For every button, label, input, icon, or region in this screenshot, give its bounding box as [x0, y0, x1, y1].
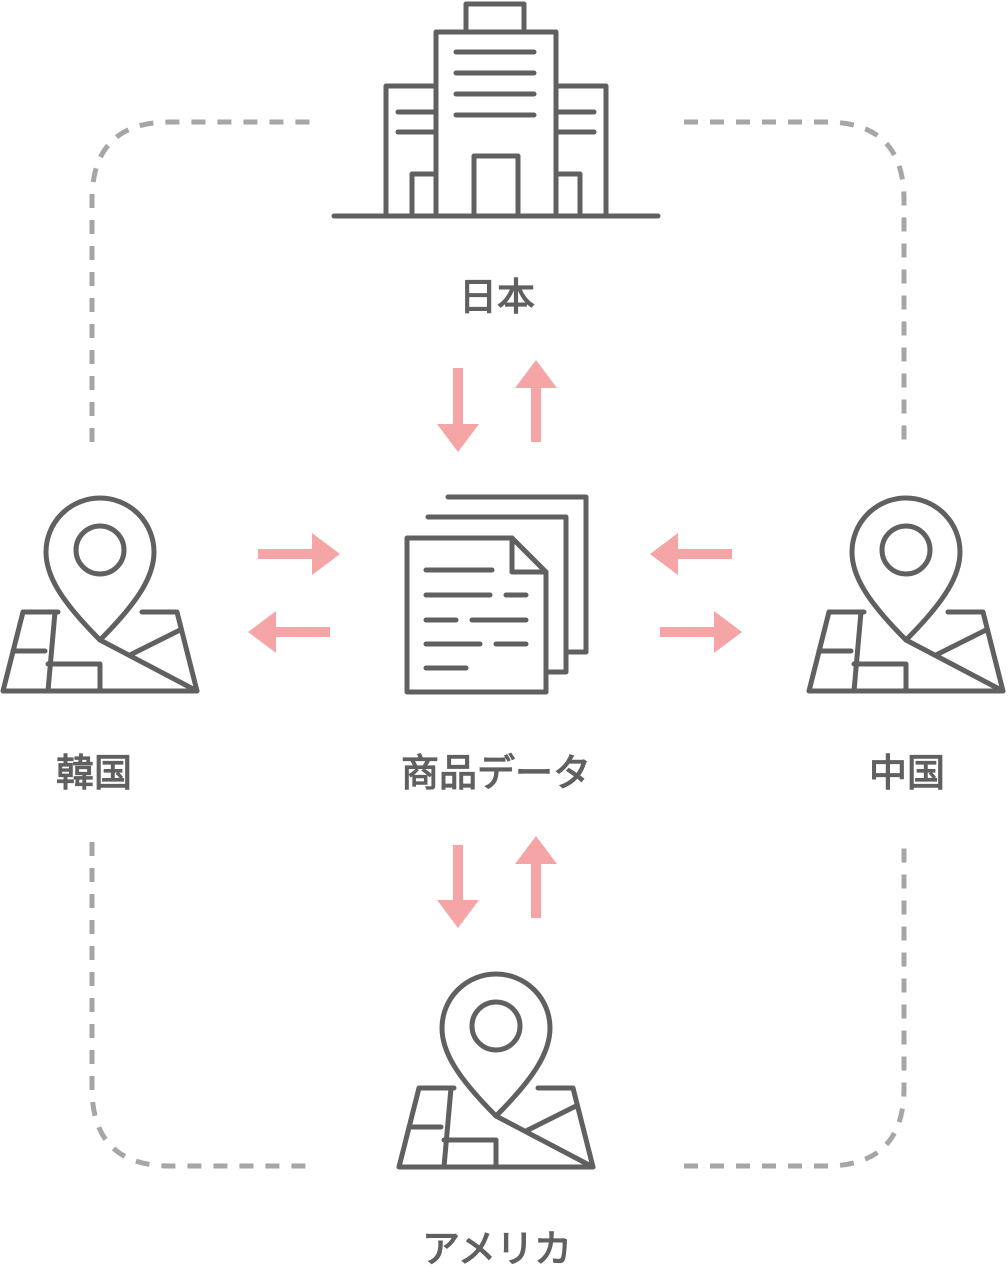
arrow-down-icon: [437, 845, 479, 928]
arrow-left-icon: [650, 533, 732, 575]
america-label: アメリカ: [421, 1227, 573, 1271]
dashed-loop-top-right: [684, 119, 907, 442]
map-pin-icon: [806, 495, 1006, 694]
arrow-up-icon: [515, 360, 557, 442]
documents-stack-icon: [404, 494, 589, 695]
arrow-up-icon: [515, 836, 557, 918]
dashed-loop-bottom-left: [89, 842, 312, 1169]
product-data-label: 商品データ: [400, 751, 592, 795]
korea-label: 韓国: [55, 751, 133, 795]
office-building-icon: [331, 1, 661, 219]
arrow-left-icon: [248, 611, 330, 653]
arrow-right-icon: [660, 611, 742, 653]
china-label: 中国: [868, 751, 946, 795]
japan-label: 日本: [458, 275, 536, 319]
map-pin-icon: [396, 971, 596, 1170]
arrow-down-icon: [437, 368, 479, 452]
map-pin-icon: [0, 495, 200, 694]
dashed-loop-bottom-right: [684, 842, 907, 1169]
flow-diagram: [0, 1, 1006, 1170]
dashed-loop-top-left: [89, 119, 312, 442]
arrow-right-icon: [258, 533, 340, 575]
